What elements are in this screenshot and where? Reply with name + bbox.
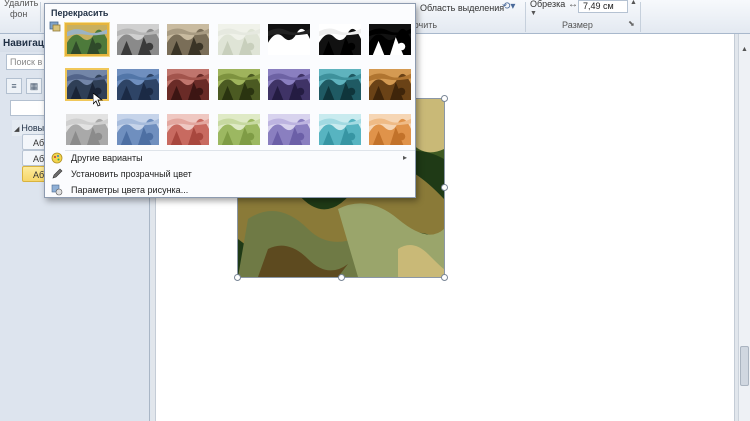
recolor-swatch-light-variation-2[interactable]	[116, 113, 160, 146]
recolor-swatch-light-variation-5[interactable]	[267, 113, 311, 146]
recolor-swatch-dark-variation-4[interactable]	[217, 68, 261, 101]
picture-color-icon	[51, 184, 63, 196]
resize-handle-top-right[interactable]	[441, 95, 448, 102]
recolor-icon	[49, 21, 61, 32]
swatch-thumbnail	[167, 24, 209, 55]
nav-tree-root-label: Новы	[21, 123, 45, 133]
recolor-swatch-original[interactable]	[65, 23, 109, 56]
width-field[interactable]: 7,49 см	[578, 0, 628, 13]
nav-heading-label: Аб	[33, 138, 45, 148]
swatch-thumbnail	[318, 69, 361, 100]
recolor-swatch-dark-variation-6[interactable]	[318, 68, 362, 101]
set-transparent-color-label: Установить прозрачный цвет	[71, 169, 192, 179]
picture-color-options-label: Параметры цвета рисунка...	[71, 185, 189, 195]
recolor-swatch-dark-variation-2[interactable]	[116, 68, 160, 101]
ribbon-separator	[525, 2, 526, 32]
swatch-thumbnail	[318, 114, 361, 145]
remove-background-label-2: фон	[10, 9, 28, 19]
resize-handle-bottom-right[interactable]	[441, 274, 448, 281]
recolor-title: Перекрасить	[51, 8, 109, 18]
recolor-swatch-black-white-50[interactable]	[318, 23, 362, 56]
resize-handle-bottom-left[interactable]	[234, 274, 241, 281]
vertical-scrollbar[interactable]: ▲	[738, 34, 750, 421]
set-transparent-color-item[interactable]: Установить прозрачный цвет	[45, 167, 415, 182]
chevron-down-icon: ▼	[530, 10, 537, 17]
swatch-thumbnail	[369, 69, 411, 100]
crop-button[interactable]: Обрезка	[530, 0, 565, 9]
swatch-thumbnail	[66, 114, 108, 145]
more-variations-label: Другие варианты	[71, 153, 143, 163]
scroll-up-arrow-icon[interactable]: ▲	[741, 46, 749, 54]
pen-icon	[52, 168, 63, 179]
swatch-thumbnail	[167, 69, 209, 100]
more-variations-item[interactable]: Другие варианты ▸	[45, 151, 415, 166]
swatch-thumbnail	[217, 69, 260, 100]
ribbon-separator	[640, 2, 641, 32]
remove-background-label-1: Удалить	[4, 0, 39, 8]
swatch-thumbnail	[318, 24, 361, 55]
recolor-swatch-dark-variation-7[interactable]	[368, 68, 412, 101]
selection-pane-button[interactable]: Область выделения	[420, 3, 504, 13]
rotate-icon[interactable]: ⟲▾	[502, 1, 515, 12]
recolor-swatch-light-variation-6[interactable]	[318, 113, 362, 146]
recolor-swatch-black-white-75[interactable]	[368, 23, 412, 56]
recolor-swatch-dark-variation-5[interactable]	[267, 68, 311, 101]
color-palette-icon	[51, 152, 63, 164]
nav-heading-label: Аб	[33, 154, 45, 164]
size-group-label: Размер	[562, 20, 593, 30]
swatch-thumbnail	[67, 25, 107, 54]
nav-tab-headings[interactable]: ≡	[6, 78, 22, 94]
recolor-swatch-dark-variation-3[interactable]	[166, 68, 210, 101]
remove-background-button[interactable]: Удалить фон	[4, 0, 38, 20]
recolor-swatch-light-variation-7[interactable]	[368, 113, 412, 146]
recolor-swatch-light-variation-4[interactable]	[217, 113, 261, 146]
swatch-thumbnail	[369, 114, 411, 145]
swatch-thumbnail	[217, 114, 260, 145]
recolor-swatch-washout[interactable]	[217, 23, 261, 56]
resize-handle-middle-right[interactable]	[441, 184, 448, 191]
ribbon-separator	[40, 2, 41, 32]
swatch-thumbnail	[116, 69, 159, 100]
swatch-thumbnail	[268, 114, 310, 145]
recolor-swatch-sepia[interactable]	[166, 23, 210, 56]
swatch-thumbnail	[217, 24, 260, 55]
resize-handle-bottom-middle[interactable]	[338, 274, 345, 281]
nav-tab-pages[interactable]: ▦	[26, 78, 42, 94]
swatch-thumbnail	[268, 24, 310, 55]
dialog-launcher-icon[interactable]: ⬊	[628, 19, 635, 28]
recolor-swatch-black-white-25[interactable]	[267, 23, 311, 56]
swatch-thumbnail	[369, 24, 411, 55]
swatch-thumbnail	[167, 114, 209, 145]
mouse-cursor-icon	[93, 93, 103, 107]
submenu-arrow-icon: ▸	[402, 153, 407, 162]
swatch-thumbnail	[268, 69, 310, 100]
spinner-icon[interactable]: ▲	[630, 0, 637, 6]
swatch-thumbnail	[116, 24, 159, 55]
nav-heading-label: Аб	[33, 170, 45, 180]
width-value: 7,49 см	[583, 1, 614, 11]
recolor-swatch-grayscale[interactable]	[116, 23, 160, 56]
width-icon: ↔	[568, 0, 578, 10]
recolor-swatch-light-variation-3[interactable]	[166, 113, 210, 146]
recolor-swatch-light-variation-1[interactable]	[65, 113, 109, 146]
scroll-thumb[interactable]	[740, 346, 749, 386]
swatch-thumbnail	[116, 114, 159, 145]
picture-color-options-item[interactable]: Параметры цвета рисунка...	[45, 183, 415, 198]
